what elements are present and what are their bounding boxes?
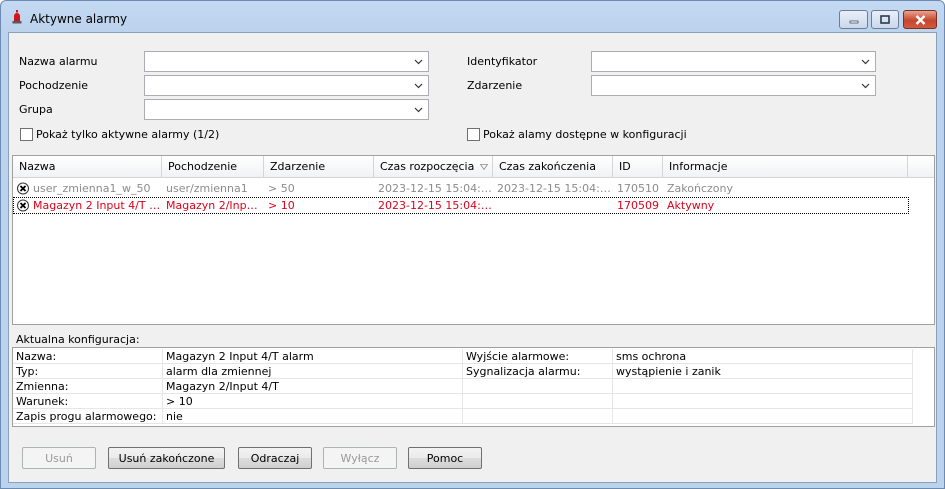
column-header-label: Informacje — [669, 160, 728, 173]
config-value: sms ochrona — [613, 349, 913, 364]
column-header-id[interactable]: ID — [613, 156, 663, 178]
cell-id: 170510 — [617, 182, 659, 195]
window-title: Aktywne alarmy — [30, 12, 128, 26]
config-value: > 10 — [163, 394, 463, 409]
alarm-name-label: Nazwa alarmu — [19, 55, 98, 68]
only-active-label: Pokaż tylko aktywne alarmy (1/2) — [36, 128, 220, 141]
alarm-siren-icon — [12, 10, 22, 24]
alarms-window: Aktywne alarmy Nazwa alarmu Pochodzenie … — [0, 0, 945, 489]
cell-end-time: 2023-12-15 15:04:42 — [497, 182, 613, 195]
grid-header: Nazwa Pochodzenie Zdarzenie Czas rozpocz… — [13, 156, 934, 178]
group-combo[interactable] — [144, 99, 429, 120]
cell-end-time — [493, 197, 613, 214]
event-label: Zdarzenie — [467, 79, 523, 92]
config-value: Magazyn 2 Input 4/T alarm — [163, 349, 463, 364]
alarms-grid[interactable]: Nazwa Pochodzenie Zdarzenie Czas rozpocz… — [12, 155, 935, 325]
minimize-icon — [849, 20, 858, 23]
cell-info: Zakończony — [667, 182, 733, 195]
show-config-checkbox[interactable]: Pokaż alamy dostępne w konfiguracji — [467, 128, 687, 141]
disable-button[interactable]: Wyłącz — [323, 447, 397, 469]
column-header-name[interactable]: Nazwa — [13, 156, 162, 178]
alarm-status-icon — [17, 199, 29, 212]
maximize-button[interactable] — [871, 10, 899, 29]
postpone-button[interactable]: Odraczaj — [238, 447, 312, 469]
config-row: Zapis progu alarmowego: nie — [13, 409, 913, 424]
config-key: Wyjście alarmowe: — [463, 349, 613, 364]
cell-event: > 10 — [268, 199, 295, 212]
config-value: Magazyn 2/Input 4/T — [163, 379, 463, 394]
config-key — [463, 394, 613, 409]
chevron-down-icon — [414, 83, 423, 89]
checkbox-box[interactable] — [467, 128, 480, 141]
config-value — [613, 394, 913, 409]
show-config-label: Pokaż alamy dostępne w konfiguracji — [483, 128, 687, 141]
config-value — [613, 409, 913, 424]
column-header-label: ID — [619, 160, 631, 173]
config-key — [463, 409, 613, 424]
sort-descending-icon — [480, 164, 489, 170]
cell-origin: user/zmienna1 — [166, 182, 248, 195]
config-row: Warunek: > 10 — [13, 394, 913, 409]
chevron-down-icon — [414, 59, 423, 65]
config-key: Typ: — [13, 364, 163, 379]
cell-start-time: 2023-12-15 15:04:31 — [378, 199, 493, 212]
cell-id: 170509 — [617, 199, 659, 212]
config-value — [613, 379, 913, 394]
cell-start-time: 2023-12-15 15:04:40 — [378, 182, 493, 195]
help-button[interactable]: Pomoc — [408, 447, 482, 469]
cell-name: Magazyn 2 Input 4/T al... — [33, 199, 162, 212]
column-header-end-time[interactable]: Czas zakończenia — [493, 156, 613, 178]
config-value: alarm dla zmiennej — [163, 364, 463, 379]
table-row[interactable]: user_zmienna1_w_50 user/zmienna1 > 50 20… — [13, 180, 909, 197]
only-active-checkbox[interactable]: Pokaż tylko aktywne alarmy (1/2) — [20, 128, 219, 141]
close-button[interactable] — [903, 10, 937, 29]
title-bar[interactable]: Aktywne alarmy — [1, 1, 944, 31]
config-value: nie — [163, 409, 463, 424]
column-header-label: Nazwa — [19, 160, 56, 173]
group-label: Grupa — [19, 103, 53, 116]
config-key — [463, 379, 613, 394]
minimize-button[interactable] — [839, 10, 868, 29]
column-header-label: Czas zakończenia — [499, 160, 596, 173]
config-table: Nazwa: Magazyn 2 Input 4/T alarm Wyjście… — [12, 347, 935, 427]
config-row: Nazwa: Magazyn 2 Input 4/T alarm Wyjście… — [13, 349, 913, 364]
alarm-name-combo[interactable] — [144, 51, 429, 72]
config-key: Warunek: — [13, 394, 163, 409]
alarm-status-icon — [17, 182, 29, 195]
column-header-label: Czas rozpoczęcia — [380, 160, 475, 173]
event-combo[interactable] — [591, 75, 876, 96]
config-row: Zmienna: Magazyn 2/Input 4/T — [13, 379, 913, 394]
cell-event: > 50 — [268, 182, 295, 195]
delete-button[interactable]: Usuń — [22, 447, 96, 469]
config-value: wystąpienie i zanik — [613, 364, 913, 379]
checkbox-box[interactable] — [20, 128, 33, 141]
cell-info: Aktywny — [667, 199, 715, 212]
origin-combo[interactable] — [144, 75, 429, 96]
config-row: Typ: alarm dla zmiennej Sygnalizacja ala… — [13, 364, 913, 379]
cell-origin: Magazyn 2/Input... — [166, 199, 264, 212]
column-header-info[interactable]: Informacje — [663, 156, 908, 178]
column-header-label: Pochodzenie — [168, 160, 238, 173]
chevron-down-icon — [414, 107, 423, 113]
config-heading: Aktualna konfiguracja: — [16, 333, 140, 346]
close-icon — [915, 14, 925, 25]
column-header-start-time[interactable]: Czas rozpoczęcia — [374, 156, 493, 178]
config-key: Sygnalizacja alarmu: — [463, 364, 613, 379]
config-key: Zmienna: — [13, 379, 163, 394]
column-header-event[interactable]: Zdarzenie — [264, 156, 374, 178]
config-key: Zapis progu alarmowego: — [13, 409, 163, 424]
identifier-combo[interactable] — [591, 51, 876, 72]
origin-label: Pochodzenie — [19, 79, 89, 92]
column-header-label: Zdarzenie — [270, 160, 326, 173]
table-row-selected[interactable]: Magazyn 2 Input 4/T al... Magazyn 2/Inpu… — [13, 197, 909, 214]
identifier-label: Identyfikator — [467, 55, 538, 68]
column-header-origin[interactable]: Pochodzenie — [162, 156, 264, 178]
cell-name: user_zmienna1_w_50 — [33, 182, 151, 195]
delete-finished-button[interactable]: Usuń zakończone — [108, 447, 225, 469]
window-client-area: Nazwa alarmu Pochodzenie Grupa Identyfik… — [8, 32, 937, 483]
chevron-down-icon — [861, 83, 870, 89]
maximize-icon — [880, 15, 890, 24]
config-key: Nazwa: — [13, 349, 163, 364]
chevron-down-icon — [861, 59, 870, 65]
